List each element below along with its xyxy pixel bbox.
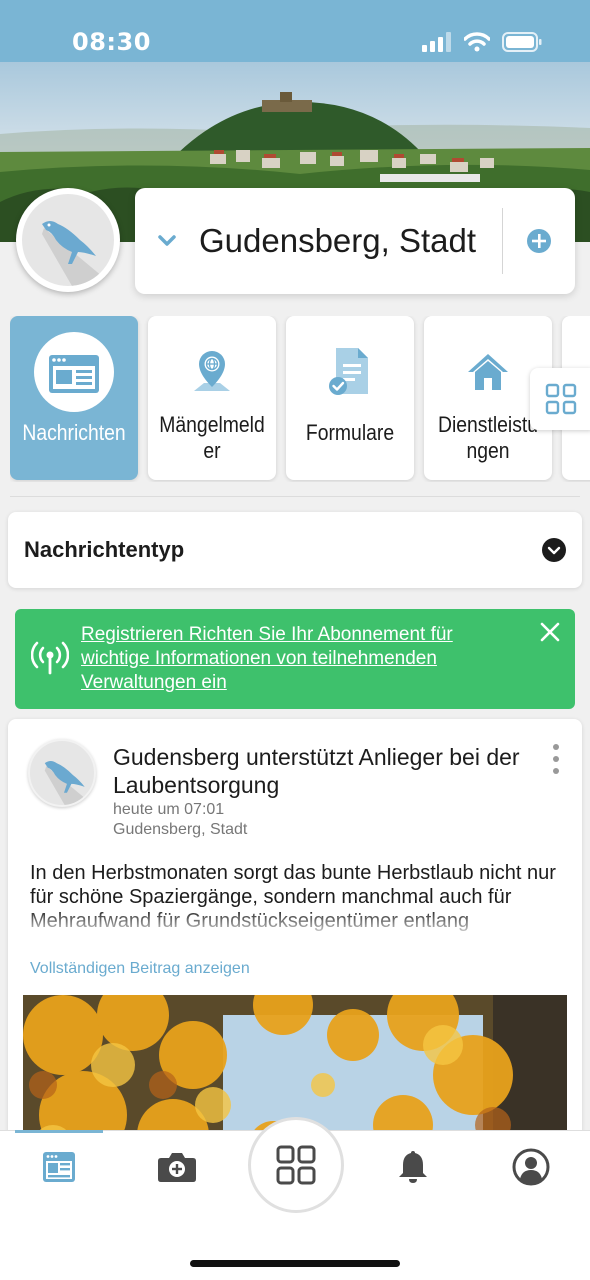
nav-profile-button[interactable] (501, 1145, 561, 1189)
plus-circle-icon (527, 229, 551, 253)
news-source: Gudensberg, Stadt (113, 821, 248, 838)
news-title[interactable]: Gudensberg unterstützt Anlieger bei der … (113, 743, 523, 799)
municipality-name: Gudensberg, Stadt (199, 222, 477, 259)
subscription-link[interactable]: Registrieren Richten Sie Ihr Abonnement … (81, 623, 521, 695)
subscription-banner: Registrieren Richten Sie Ihr Abonnement … (15, 609, 575, 709)
chevron-down-circle-icon (542, 538, 566, 562)
news-card[interactable]: Gudensberg unterstützt Anlieger bei der … (8, 719, 582, 1149)
tile-label: Mängelmelder (159, 412, 265, 463)
grid-menu-button[interactable] (530, 368, 590, 430)
map-pin-icon (190, 342, 234, 402)
nav-notifications-button[interactable] (383, 1145, 443, 1189)
status-bar: 08:30 (0, 0, 590, 62)
close-icon[interactable] (539, 621, 561, 643)
newspaper-icon (43, 1152, 75, 1182)
wifi-icon (464, 32, 490, 52)
signal-icon (422, 32, 451, 52)
user-icon (512, 1148, 550, 1186)
bottom-navigation (0, 1117, 590, 1280)
chevron-down-icon[interactable] (135, 188, 199, 294)
house-icon (466, 342, 510, 402)
news-timestamp: heute um 07:01 (113, 801, 225, 818)
municipality-avatar[interactable] (16, 188, 120, 292)
battery-icon (502, 32, 542, 52)
news-type-filter[interactable]: Nachrichtentyp (8, 512, 582, 588)
filter-label: Nachrichtentyp (24, 537, 185, 562)
add-municipality-button[interactable] (503, 188, 575, 294)
grid-icon (276, 1145, 316, 1185)
read-more-link[interactable]: Vollständigen Beitrag anzeigen (30, 960, 250, 978)
nav-news-button[interactable] (29, 1145, 89, 1189)
tile-formulare[interactable]: Formulare (286, 316, 414, 480)
tile-maengelmelder[interactable]: Mängelmelder (148, 316, 276, 480)
tile-nachrichten[interactable]: Nachrichten (10, 316, 138, 480)
bird-logo-icon (42, 221, 114, 286)
status-time: 08:30 (72, 28, 151, 56)
grid-icon (545, 383, 577, 415)
nav-apps-button[interactable] (248, 1117, 344, 1213)
tile-label: Formulare (305, 420, 395, 445)
bell-icon (399, 1151, 427, 1183)
active-tab-indicator (15, 1130, 103, 1133)
feature-tiles: Nachrichten Mängelmelder Formulare Diens… (10, 316, 590, 482)
tile-label: Dienstleistungen (437, 412, 539, 463)
divider (10, 496, 580, 497)
news-icon (33, 332, 115, 412)
broadcast-icon (31, 641, 69, 675)
excerpt-fade (8, 909, 582, 939)
form-check-icon (328, 342, 372, 402)
nav-camera-button[interactable] (147, 1145, 207, 1189)
status-icons (422, 32, 542, 52)
home-indicator (190, 1260, 400, 1267)
tile-label: Nachrichten (22, 420, 126, 445)
municipality-selector[interactable]: Gudensberg, Stadt (135, 188, 575, 294)
bird-logo-icon (44, 760, 94, 805)
camera-add-icon (158, 1153, 196, 1182)
more-vertical-icon[interactable] (552, 743, 560, 775)
news-source-avatar (28, 739, 96, 807)
